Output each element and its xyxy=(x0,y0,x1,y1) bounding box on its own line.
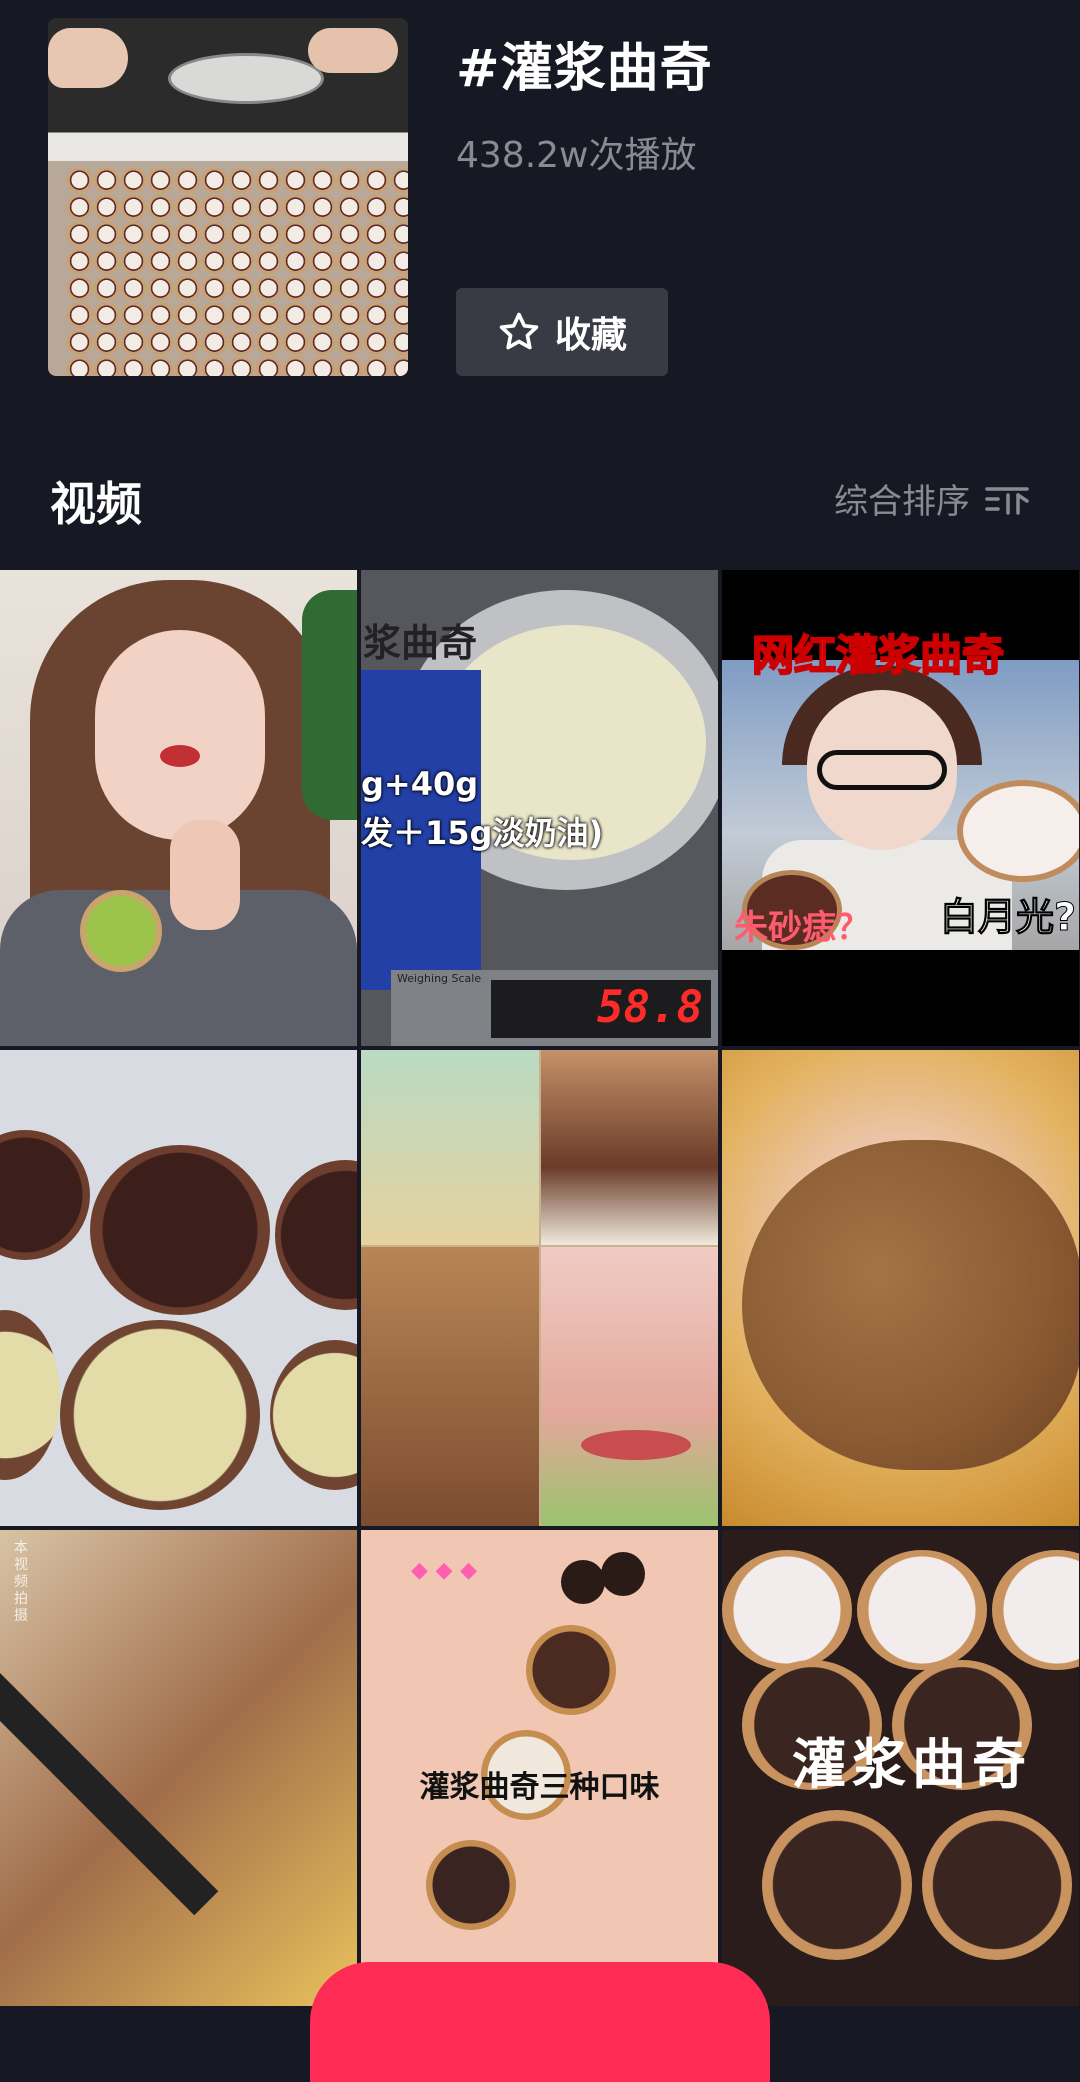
thumbnail-caption: g+40g xyxy=(361,765,479,803)
video-thumbnail[interactable]: 灌浆曲奇 xyxy=(722,1530,1079,2006)
play-count: 438.2w次播放 xyxy=(456,135,697,176)
favorite-label: 收藏 xyxy=(554,315,627,356)
thumbnail-caption: 白月光? xyxy=(939,895,1077,940)
video-grid: 浆曲奇 g+40g 发＋15g淡奶油) Weighing Scale 58.8 … xyxy=(0,570,1080,2014)
thumbnail-caption: 灌浆曲奇 xyxy=(792,1733,1032,1796)
thumbnail-caption: Weighing Scale xyxy=(397,972,482,985)
favorite-button[interactable]: 收藏 xyxy=(456,288,668,376)
video-thumbnail[interactable]: 网红灌浆曲奇 朱砂痣？ 白月光? xyxy=(722,570,1079,1046)
thumbnail-caption: 浆曲奇 xyxy=(363,621,478,665)
tag-header: #灌浆曲奇 438.2w次播放 收藏 xyxy=(0,0,1080,450)
thumbnail-caption: 灌浆曲奇三种口味 xyxy=(419,1770,660,1805)
thumbnail-caption: 网红灌浆曲奇 xyxy=(751,630,1005,681)
video-thumbnail[interactable] xyxy=(0,1050,357,1526)
thumbnail-caption: 朱砂痣？ xyxy=(734,908,870,948)
star-outline-icon xyxy=(499,312,539,350)
tag-cover-image xyxy=(48,18,408,376)
video-thumbnail[interactable] xyxy=(722,1050,1079,1526)
participate-button[interactable] xyxy=(310,1962,770,2082)
scale-readout: 58.8 xyxy=(597,982,703,1033)
video-thumbnail[interactable]: 本视频拍摄 xyxy=(0,1530,357,2006)
sort-button[interactable]: 综合排序 xyxy=(834,474,1030,523)
video-thumbnail[interactable]: ◆ ◆ ◆ 灌浆曲奇三种口味 xyxy=(361,1530,718,2006)
video-thumbnail[interactable]: 浆曲奇 g+40g 发＋15g淡奶油) Weighing Scale 58.8 xyxy=(361,570,718,1046)
thumbnail-caption: 发＋15g淡奶油) xyxy=(361,814,604,852)
video-thumbnail[interactable] xyxy=(0,570,357,1046)
video-thumbnail[interactable] xyxy=(361,1050,718,1526)
sort-filter-icon xyxy=(985,486,1029,515)
sort-label: 综合排序 xyxy=(834,482,970,522)
section-title: 视频 xyxy=(50,477,142,531)
thumbnail-sticker: ◆ ◆ ◆ xyxy=(411,1558,478,1583)
tag-title: #灌浆曲奇 xyxy=(456,39,713,99)
thumbnail-caption: 本视频拍摄 xyxy=(14,1540,28,1624)
